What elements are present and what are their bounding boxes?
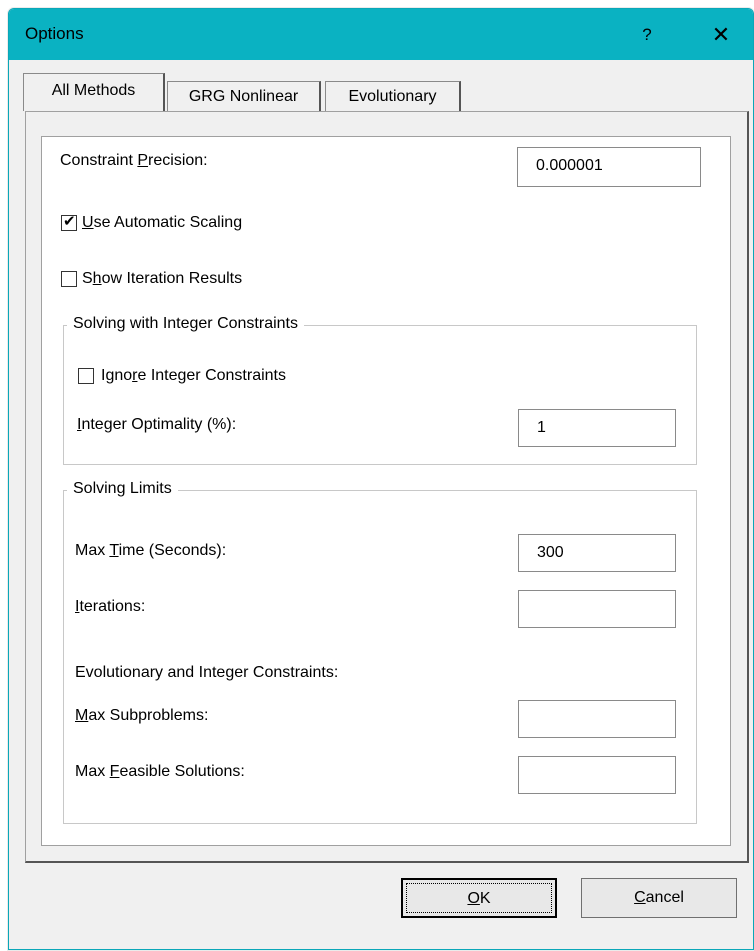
tab-grg-nonlinear[interactable]: GRG Nonlinear bbox=[167, 81, 321, 111]
focus-ring bbox=[406, 883, 552, 913]
title-bar[interactable]: Options ? ✕ bbox=[9, 9, 753, 60]
integer-optimality-label: Integer Optimality (%): bbox=[77, 416, 237, 433]
evolutionary-integer-heading: Evolutionary and Integer Constraints: bbox=[75, 664, 339, 681]
cancel-button[interactable]: Cancel bbox=[581, 878, 737, 918]
ignore-integer-constraints-label[interactable]: Ignore Integer Constraints bbox=[101, 367, 286, 385]
max-time-label: Max Time (Seconds): bbox=[75, 542, 227, 559]
integer-optimality-input[interactable]: 1 bbox=[518, 409, 676, 447]
dialog-title: Options bbox=[25, 24, 84, 43]
checkmark-icon: ✔ bbox=[63, 213, 76, 230]
use-automatic-scaling-checkbox[interactable]: ✔ bbox=[61, 213, 77, 231]
constraint-precision-label: Constraint Precision: bbox=[60, 152, 208, 169]
max-subproblems-input[interactable] bbox=[518, 700, 676, 738]
show-iteration-results-checkbox[interactable] bbox=[61, 271, 77, 287]
max-feasible-solutions-input[interactable] bbox=[518, 756, 676, 794]
tab-evolutionary[interactable]: Evolutionary bbox=[325, 81, 461, 111]
tab-label: GRG Nonlinear bbox=[188, 88, 299, 105]
tab-label: All Methods bbox=[51, 82, 136, 99]
max-subproblems-label: Max Subproblems: bbox=[75, 707, 209, 724]
options-dialog: Options ? ✕ All Methods GRG Nonlinear Ev… bbox=[8, 8, 754, 950]
help-button[interactable]: ? bbox=[629, 17, 665, 53]
solving-limits-title: Solving Limits bbox=[67, 480, 178, 498]
show-iteration-results-label[interactable]: Show Iteration Results bbox=[82, 270, 242, 288]
iterations-label: Iterations: bbox=[75, 598, 146, 615]
iterations-input[interactable] bbox=[518, 590, 676, 628]
ok-button[interactable]: OK bbox=[401, 878, 557, 918]
integer-group-title: Solving with Integer Constraints bbox=[67, 315, 304, 333]
close-button[interactable]: ✕ bbox=[701, 17, 741, 53]
tab-all-methods[interactable]: All Methods bbox=[23, 73, 165, 111]
tab-label: Evolutionary bbox=[348, 88, 437, 105]
ignore-integer-constraints-checkbox[interactable] bbox=[78, 368, 94, 384]
max-time-input[interactable]: 300 bbox=[518, 534, 676, 572]
max-feasible-solutions-label: Max Feasible Solutions: bbox=[75, 763, 245, 780]
use-automatic-scaling-label[interactable]: Use Automatic Scaling bbox=[82, 214, 242, 232]
constraint-precision-input[interactable]: 0.000001 bbox=[517, 147, 701, 187]
